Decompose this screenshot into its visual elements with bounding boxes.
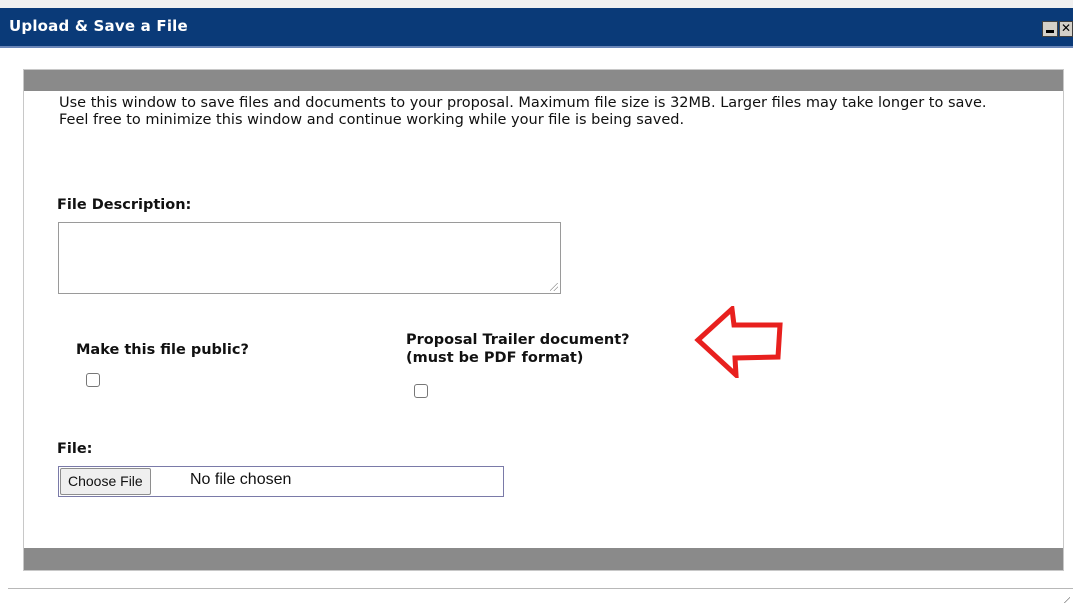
proposal-trailer-label-line2: (must be PDF format) bbox=[406, 350, 584, 366]
no-file-chosen-text: No file chosen bbox=[190, 471, 292, 488]
close-button[interactable]: ✕ bbox=[1059, 21, 1073, 37]
red-outline-left-arrow-icon bbox=[694, 306, 783, 378]
proposal-trailer-label-line1: Proposal Trailer document? bbox=[406, 332, 630, 348]
panel-footer-bar bbox=[24, 548, 1063, 570]
intro-text: Use this window to save files and docume… bbox=[59, 95, 987, 128]
file-label: File: bbox=[57, 441, 93, 457]
choose-file-button[interactable]: Choose File bbox=[60, 468, 151, 495]
file-description-label: File Description: bbox=[57, 197, 192, 213]
dialog-body: Use this window to save files and docume… bbox=[0, 48, 1073, 607]
file-input[interactable]: Choose File No file chosen bbox=[58, 466, 504, 497]
minimize-button[interactable] bbox=[1042, 21, 1058, 37]
file-description-textarea[interactable] bbox=[58, 222, 561, 294]
title-bar[interactable]: Upload & Save a File ✕ bbox=[0, 8, 1073, 48]
proposal-trailer-label: Proposal Trailer document? (must be PDF … bbox=[406, 331, 630, 367]
make-public-label: Make this file public? bbox=[76, 342, 249, 358]
make-public-checkbox[interactable] bbox=[86, 373, 100, 387]
panel-header-bar bbox=[24, 70, 1063, 91]
window-resize-icon[interactable] bbox=[1062, 595, 1070, 603]
proposal-trailer-checkbox[interactable] bbox=[414, 384, 428, 398]
resize-grip-icon[interactable] bbox=[550, 283, 558, 291]
bottom-divider bbox=[8, 588, 1073, 589]
window-title: Upload & Save a File bbox=[9, 17, 188, 35]
upload-dialog: Upload & Save a File ✕ Use this window t… bbox=[0, 0, 1073, 607]
